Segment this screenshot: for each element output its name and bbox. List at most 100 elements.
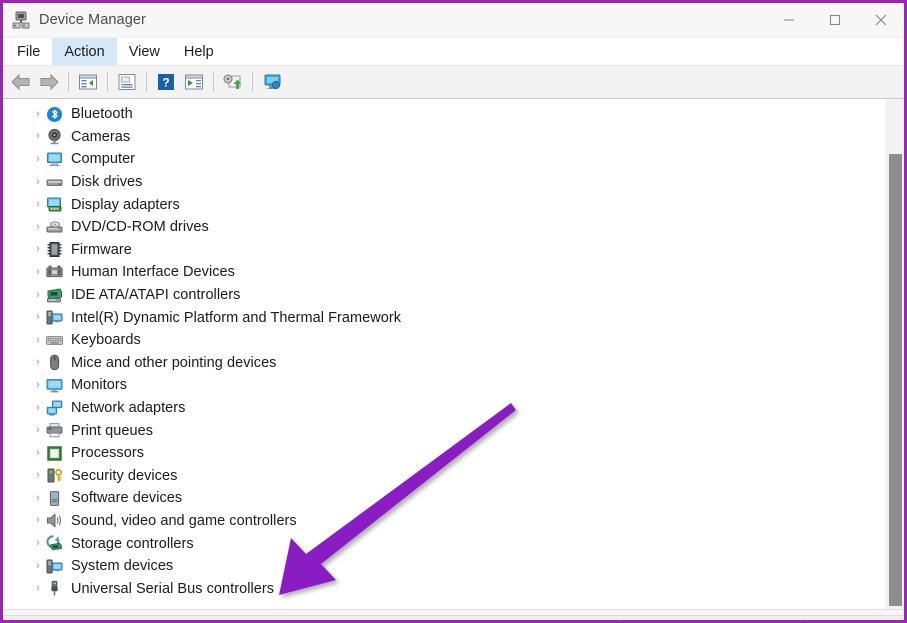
chevron-right-icon[interactable]: › bbox=[31, 357, 45, 368]
help-button[interactable]: ? bbox=[152, 68, 180, 96]
tree-item-security-devices[interactable]: › Security devices bbox=[3, 465, 886, 488]
chevron-right-icon[interactable]: › bbox=[31, 244, 45, 255]
device-manager-icon bbox=[11, 10, 31, 30]
forward-button[interactable] bbox=[35, 68, 63, 96]
menu-view[interactable]: View bbox=[117, 38, 172, 65]
display-devices-button[interactable] bbox=[258, 68, 286, 96]
tree-item-processors[interactable]: › Processors bbox=[3, 442, 886, 465]
chevron-right-icon[interactable]: › bbox=[31, 470, 45, 481]
chevron-right-icon[interactable]: › bbox=[31, 176, 45, 188]
update-driver-button[interactable] bbox=[180, 68, 208, 96]
chevron-right-icon[interactable]: › bbox=[31, 538, 45, 549]
chevron-right-icon[interactable]: › bbox=[31, 515, 45, 526]
back-button[interactable] bbox=[7, 68, 35, 96]
toolbar-separator bbox=[213, 72, 214, 92]
display-adapter-icon bbox=[45, 196, 63, 214]
chevron-right-icon[interactable]: › bbox=[31, 583, 45, 594]
keyboard-icon bbox=[45, 331, 63, 349]
tree-item-keyboards[interactable]: › Keyboards bbox=[3, 329, 886, 352]
menu-file[interactable]: File bbox=[5, 38, 52, 65]
chevron-right-icon[interactable]: › bbox=[31, 379, 45, 391]
chevron-right-icon[interactable]: › bbox=[31, 312, 45, 323]
help-question-icon: ? bbox=[158, 74, 174, 90]
console-tree-icon bbox=[79, 74, 97, 90]
tree-item-label: Universal Serial Bus controllers bbox=[71, 580, 275, 597]
storage-controller-icon bbox=[45, 535, 63, 553]
monitor-icon bbox=[45, 376, 63, 394]
properties-button[interactable] bbox=[113, 68, 141, 96]
tree-item-computer[interactable]: › Computer bbox=[3, 148, 886, 171]
tree-item-human-interface-devices[interactable]: › Human Interface Devices bbox=[3, 261, 886, 284]
tree-item-label: Network adapters bbox=[71, 400, 186, 417]
back-arrow-icon bbox=[11, 73, 30, 91]
vertical-scrollbar[interactable] bbox=[886, 99, 904, 609]
tree-item-intel-dynamic-platform[interactable]: › Intel(R) Dynamic Platform and Thermal … bbox=[3, 306, 886, 329]
maximize-icon bbox=[829, 14, 841, 26]
chevron-right-icon[interactable]: › bbox=[31, 221, 45, 233]
tree-item-universal-serial-bus-controllers[interactable]: › Universal Serial Bus controllers bbox=[3, 577, 886, 600]
menu-bar: File Action View Help bbox=[3, 38, 904, 66]
tree-item-dvd-cd-rom-drives[interactable]: › DVD/CD-ROM drives bbox=[3, 216, 886, 239]
scan-hardware-changes-button[interactable] bbox=[219, 68, 247, 96]
chevron-right-icon[interactable]: › bbox=[31, 289, 45, 301]
chevron-right-icon[interactable]: › bbox=[31, 266, 45, 278]
tree-item-label: Intel(R) Dynamic Platform and Thermal Fr… bbox=[71, 309, 402, 326]
vertical-scrollbar-thumb[interactable] bbox=[889, 154, 902, 606]
dvd-drive-icon bbox=[45, 218, 63, 236]
processor-icon bbox=[45, 444, 63, 462]
tree-item-bluetooth[interactable]: › Bluetooth bbox=[3, 103, 886, 126]
menu-help[interactable]: Help bbox=[172, 38, 226, 65]
tree-item-display-adapters[interactable]: › Display adapters bbox=[3, 193, 886, 216]
chevron-right-icon[interactable]: › bbox=[31, 447, 45, 459]
status-bar bbox=[3, 615, 904, 620]
svg-text:?: ? bbox=[162, 76, 169, 90]
usb-icon bbox=[45, 580, 63, 598]
tree-item-system-devices[interactable]: › System devices bbox=[3, 555, 886, 578]
tree-item-label: Software devices bbox=[71, 490, 183, 507]
close-button[interactable] bbox=[858, 4, 904, 37]
status-divider bbox=[803, 619, 804, 620]
menu-action[interactable]: Action bbox=[52, 38, 117, 65]
forward-arrow-icon bbox=[40, 73, 59, 91]
tree-item-print-queues[interactable]: › Print queues bbox=[3, 419, 886, 442]
close-icon bbox=[875, 14, 887, 26]
maximize-button[interactable] bbox=[812, 4, 858, 37]
chevron-right-icon[interactable]: › bbox=[31, 153, 45, 165]
tree-item-label: DVD/CD-ROM drives bbox=[71, 219, 209, 236]
show-hide-console-tree-button[interactable] bbox=[74, 68, 102, 96]
tree-item-monitors[interactable]: › Monitors bbox=[3, 374, 886, 397]
chevron-right-icon[interactable]: › bbox=[31, 199, 45, 210]
chevron-right-icon[interactable]: › bbox=[31, 108, 45, 120]
network-adapter-icon bbox=[45, 399, 63, 417]
device-tree[interactable]: › Bluetooth › Cameras › Computer › Disk … bbox=[3, 99, 886, 609]
scan-hardware-icon bbox=[223, 74, 242, 89]
tree-item-software-devices[interactable]: › Software devices bbox=[3, 487, 886, 510]
title-bar: Device Manager bbox=[3, 3, 904, 38]
tree-item-mice-and-other-pointing-devices[interactable]: › Mice and other pointing devices bbox=[3, 352, 886, 375]
chevron-right-icon[interactable]: › bbox=[31, 334, 45, 346]
tree-item-label: Disk drives bbox=[71, 174, 143, 191]
chevron-right-icon[interactable]: › bbox=[31, 131, 45, 142]
update-driver-icon bbox=[185, 74, 203, 90]
tree-item-disk-drives[interactable]: › Disk drives bbox=[3, 171, 886, 194]
security-device-icon bbox=[45, 467, 63, 485]
chevron-right-icon[interactable]: › bbox=[31, 425, 45, 436]
chevron-right-icon[interactable]: › bbox=[31, 492, 45, 504]
tree-item-sound-video-and-game-controllers[interactable]: › Sound, video and game controllers bbox=[3, 510, 886, 533]
tree-item-label: IDE ATA/ATAPI controllers bbox=[71, 287, 241, 304]
printer-icon bbox=[45, 422, 63, 440]
hid-icon bbox=[45, 263, 63, 281]
tree-item-cameras[interactable]: › Cameras bbox=[3, 126, 886, 149]
tree-item-firmware[interactable]: › Firmware bbox=[3, 239, 886, 262]
chevron-right-icon[interactable]: › bbox=[31, 402, 45, 414]
tree-item-label: Display adapters bbox=[71, 196, 180, 213]
tree-item-ide-ata-atapi-controllers[interactable]: › IDE ATA/ATAPI controllers bbox=[3, 284, 886, 307]
tree-item-network-adapters[interactable]: › Network adapters bbox=[3, 397, 886, 420]
minimize-button[interactable] bbox=[766, 4, 812, 37]
chevron-right-icon[interactable]: › bbox=[31, 560, 45, 572]
status-divider bbox=[623, 619, 624, 620]
toolbar-separator bbox=[107, 72, 108, 92]
tree-item-label: Firmware bbox=[71, 241, 132, 258]
tree-item-storage-controllers[interactable]: › Storage controllers bbox=[3, 532, 886, 555]
properties-icon bbox=[118, 74, 136, 90]
